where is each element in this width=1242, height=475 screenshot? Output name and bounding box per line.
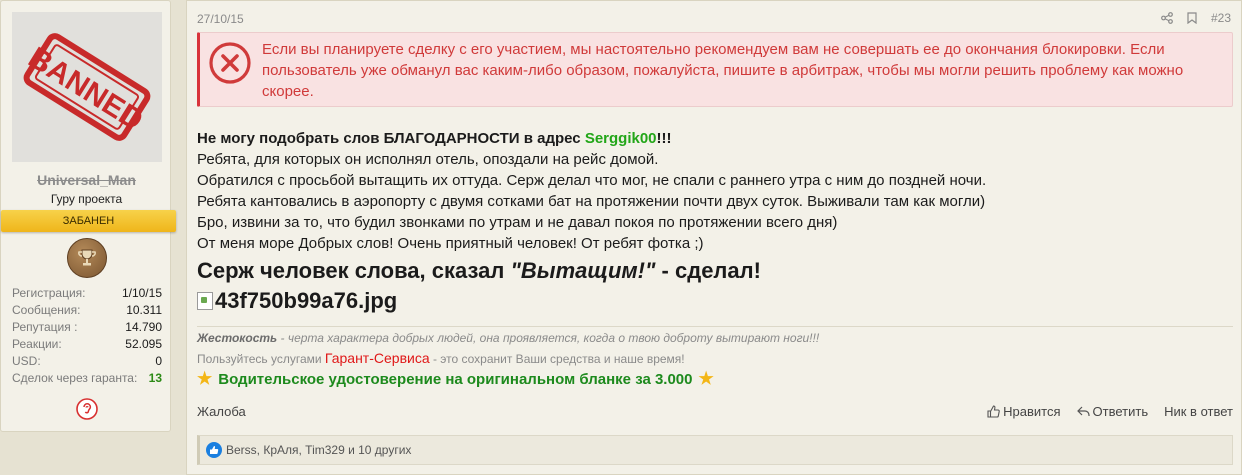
signature-divider	[197, 326, 1233, 327]
body-line: Бро, извини за то, что будил звонками по…	[197, 214, 838, 231]
signature-text: Пользуйтесь услугами	[197, 352, 325, 366]
body-text: !!!	[656, 130, 672, 147]
user-title: Гуру проекта	[50, 192, 123, 206]
stat-value: 0	[155, 354, 162, 368]
body-line: Не могу подобрать слов БЛАГОДАРНОСТИ в а…	[197, 128, 1237, 149]
stat-value: 52.095	[125, 337, 162, 351]
signature-text: - это сохранит Ваши средства и наше врем…	[429, 352, 685, 366]
user-panel: BANNED Universal_Man Гуру проекта ЗАБАНЕ…	[0, 0, 176, 432]
signature-guarantee: Пользуйтесь услугами Гарант-Сервиса - эт…	[197, 350, 685, 366]
post-footer-actions: Нравится Ответить Ник в ответ	[987, 404, 1233, 419]
stat-label: USD:	[12, 354, 41, 368]
share-icon[interactable]	[1161, 12, 1173, 24]
signature-ad-text: Водительское удостоверение на оригинальн…	[218, 370, 693, 388]
like-reaction-icon	[206, 442, 222, 458]
stat-registration: Регистрация: 1/10/15	[12, 285, 162, 302]
headline-text: - сделал!	[655, 258, 761, 283]
thumbs-up-icon	[987, 405, 1000, 418]
post-actions: #23	[1161, 11, 1231, 25]
like-label: Нравится	[1003, 404, 1061, 419]
signature-bold: Жестокость	[197, 331, 278, 345]
post-body: Не могу подобрать слов БЛАГОДАРНОСТИ в а…	[197, 128, 1237, 316]
broken-image-icon	[197, 292, 213, 310]
body-line: От меня море Добрых слов! Очень приятный…	[197, 235, 704, 252]
stat-guarantee-deals: Сделок через гаранта: 13	[12, 370, 162, 387]
report-link[interactable]: Жалоба	[197, 404, 246, 419]
stat-reactions: Реакции: 52.095	[12, 336, 162, 353]
stat-value[interactable]: 10.311	[126, 302, 162, 319]
body-headline: Серж человек слова, сказал "Вытащим!" - …	[197, 256, 1237, 286]
guarantee-service-link[interactable]: Гарант-Сервиса	[325, 350, 430, 366]
stat-label: Репутация :	[12, 320, 78, 334]
stat-label: Сообщения:	[12, 303, 81, 317]
user-stats: Регистрация: 1/10/15 Сообщения: 10.311 Реп…	[12, 285, 162, 387]
post-number[interactable]: #23	[1211, 11, 1231, 25]
post-date[interactable]: 27/10/15	[197, 12, 244, 26]
trophy-icon[interactable]	[67, 238, 107, 278]
body-text: Не могу подобрать слов БЛАГОДАРНОСТИ в а…	[197, 130, 585, 147]
stat-label: Сделок через гаранта:	[12, 371, 138, 385]
avatar[interactable]: BANNED	[12, 12, 162, 162]
stat-label: Реакции:	[12, 337, 62, 351]
bookmark-icon[interactable]	[1187, 12, 1197, 24]
banned-banner: ЗАБАНЕН	[1, 210, 176, 232]
reply-label: Ответить	[1092, 404, 1149, 419]
body-line: Ребята кантовались в аэропорту с двумя с…	[197, 193, 986, 210]
username[interactable]: Universal_Man	[1, 172, 172, 188]
stat-reputation: Репутация : 14.790	[12, 319, 162, 336]
signature-ad-link[interactable]: ★ Водительское удостоверение на оригиналь…	[197, 369, 714, 389]
body-line: Ребята, для которых он исполнял отель, о…	[197, 151, 659, 168]
stat-label: Регистрация:	[12, 286, 86, 300]
user-mention-link[interactable]: Serggik00	[585, 130, 657, 147]
image-alt-text: 43f750b99a76.jpg	[215, 288, 398, 313]
reactions-bar[interactable]: Berss, КрАля, Tim329 и 10 других	[197, 435, 1233, 465]
headline-text: Серж человек слова, сказал	[197, 258, 511, 283]
nick-reply-button[interactable]: Ник в ответ	[1164, 404, 1233, 419]
error-circle-icon	[209, 42, 251, 84]
ear-icon[interactable]	[76, 398, 98, 420]
like-button[interactable]: Нравится	[987, 404, 1061, 419]
stat-value: 1/10/15	[121, 286, 162, 300]
reply-button[interactable]: Ответить	[1076, 404, 1149, 419]
stat-messages: Сообщения: 10.311	[12, 302, 162, 319]
post: 27/10/15 #23 Если вы планируете сделку с…	[186, 0, 1242, 475]
alert-text: Если вы планируете сделку с его участием…	[262, 41, 1184, 100]
headline-quote: "Вытащим!"	[510, 258, 656, 283]
body-line: Обратился с просьбой вытащить их оттуда.…	[197, 172, 987, 189]
stat-value: 14.790	[125, 320, 162, 334]
star-icon: ★	[698, 369, 714, 388]
stat-usd: USD: 0	[12, 353, 162, 370]
reply-icon	[1076, 406, 1090, 416]
signature-quote: Жестокость - черта характера добрых люде…	[197, 331, 819, 345]
signature-text: - черта характера добрых людей, она проя…	[277, 331, 820, 345]
broken-image[interactable]: 43f750b99a76.jpg	[197, 286, 1237, 316]
banned-stamp-icon: BANNED	[23, 33, 151, 141]
stat-value[interactable]: 13	[149, 370, 162, 387]
ban-alert: Если вы планируете сделку с его участием…	[197, 32, 1233, 107]
star-icon: ★	[197, 369, 213, 388]
reactions-list[interactable]: Berss, КрАля, Tim329 и 10 других	[226, 443, 411, 457]
